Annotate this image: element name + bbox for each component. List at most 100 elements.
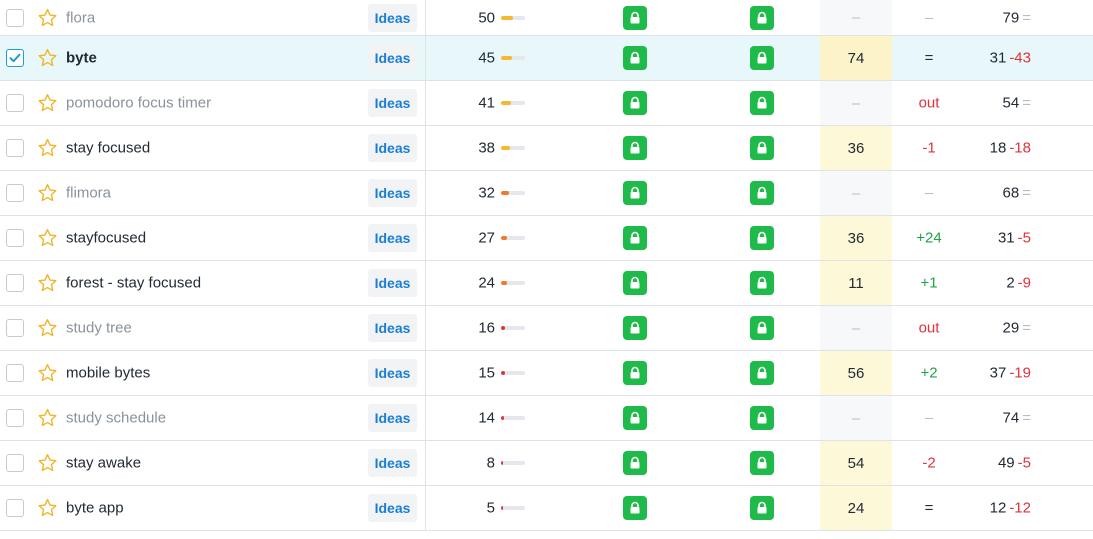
star-icon[interactable] [37, 363, 58, 384]
table-row[interactable]: stayfocused Ideas 27 36 +24 31 -5 [0, 216, 1093, 261]
lock-icon[interactable] [750, 451, 774, 475]
difficulty-bar [501, 101, 525, 105]
column-divider [425, 171, 426, 215]
previous-rank-value: 31 [989, 49, 1007, 67]
star-icon[interactable] [37, 318, 58, 339]
previous-rank-delta: -43 [1009, 49, 1031, 67]
table-row[interactable]: stay awake Ideas 8 54 -2 49 -5 [0, 441, 1093, 486]
previous-rank: 68 = [965, 185, 1031, 202]
row-checkbox[interactable] [6, 274, 24, 292]
ideas-button[interactable]: Ideas [368, 314, 417, 342]
lock-icon[interactable] [623, 226, 647, 250]
star-icon[interactable] [37, 453, 58, 474]
column-divider [425, 216, 426, 260]
lock-icon[interactable] [623, 46, 647, 70]
ideas-button[interactable]: Ideas [368, 494, 417, 522]
lock-icon[interactable] [623, 271, 647, 295]
previous-rank: 2 -9 [965, 275, 1031, 292]
row-checkbox[interactable] [6, 364, 24, 382]
previous-rank: 49 -5 [965, 455, 1031, 472]
lock-icon[interactable] [750, 361, 774, 385]
ideas-button[interactable]: Ideas [368, 3, 417, 32]
lock-icon[interactable] [623, 361, 647, 385]
difficulty-bar-fill [501, 101, 511, 105]
lock-icon[interactable] [750, 136, 774, 160]
row-checkbox[interactable] [6, 229, 24, 247]
table-row[interactable]: forest - stay focused Ideas 24 11 +1 2 -9 [0, 261, 1093, 306]
lock-icon[interactable] [750, 91, 774, 115]
difficulty-bar [501, 326, 525, 330]
lock-icon[interactable] [623, 136, 647, 160]
ideas-button[interactable]: Ideas [368, 224, 417, 252]
lock-icon[interactable] [750, 46, 774, 70]
star-icon[interactable] [37, 7, 58, 28]
previous-rank-value: 37 [989, 364, 1007, 382]
table-row[interactable]: pomodoro focus timer Ideas 41 – out 54 = [0, 81, 1093, 126]
previous-rank: 29 = [965, 320, 1031, 337]
row-checkbox[interactable] [6, 184, 24, 202]
column-divider [425, 351, 426, 395]
lock-icon[interactable] [750, 271, 774, 295]
table-row[interactable]: study tree Ideas 16 – out 29 = [0, 306, 1093, 351]
row-checkbox[interactable] [6, 454, 24, 472]
previous-rank-value: 18 [989, 139, 1007, 157]
keyword-text: pomodoro focus timer [66, 94, 212, 112]
previous-rank-delta: -12 [1009, 499, 1031, 517]
search-volume: 41 [478, 94, 495, 112]
star-icon[interactable] [37, 138, 58, 159]
ideas-button[interactable]: Ideas [368, 134, 417, 162]
lock-icon[interactable] [623, 316, 647, 340]
row-checkbox[interactable] [6, 319, 24, 337]
lock-icon[interactable] [623, 496, 647, 520]
previous-rank: 18 -18 [965, 140, 1031, 157]
lock-icon[interactable] [750, 406, 774, 430]
lock-icon[interactable] [623, 5, 647, 30]
table-row[interactable]: mobile bytes Ideas 15 56 +2 37 -19 [0, 351, 1093, 396]
difficulty-bar-fill [501, 56, 512, 60]
row-checkbox[interactable] [6, 409, 24, 427]
difficulty-bar-fill [501, 506, 503, 510]
previous-rank-value: 2 [1006, 274, 1015, 292]
ideas-button[interactable]: Ideas [368, 404, 417, 432]
lock-icon[interactable] [750, 496, 774, 520]
ideas-button[interactable]: Ideas [368, 359, 417, 387]
star-icon[interactable] [37, 93, 58, 114]
table-row[interactable]: study schedule Ideas 14 – – 74 = [0, 396, 1093, 441]
row-checkbox[interactable] [6, 8, 24, 27]
ideas-button[interactable]: Ideas [368, 44, 417, 72]
star-icon[interactable] [37, 498, 58, 519]
ideas-button[interactable]: Ideas [368, 449, 417, 477]
rank-change: out [918, 94, 940, 112]
lock-icon[interactable] [750, 5, 774, 30]
checkmark-icon [8, 51, 22, 65]
star-icon[interactable] [37, 273, 58, 294]
previous-rank: 54 = [965, 95, 1031, 112]
difficulty-bar [501, 506, 525, 510]
table-row[interactable]: stay focused Ideas 38 36 -1 18 -18 [0, 126, 1093, 171]
ideas-button[interactable]: Ideas [368, 269, 417, 297]
lock-icon[interactable] [750, 226, 774, 250]
table-row[interactable]: byte Ideas 45 74 = 31 -43 [0, 36, 1093, 81]
row-checkbox[interactable] [6, 49, 24, 67]
row-checkbox[interactable] [6, 499, 24, 517]
search-volume: 27 [478, 229, 495, 247]
difficulty-bar-fill [501, 146, 511, 150]
lock-icon[interactable] [623, 91, 647, 115]
lock-icon[interactable] [623, 406, 647, 430]
table-row[interactable]: flimora Ideas 32 – – 68 = [0, 171, 1093, 216]
ideas-button[interactable]: Ideas [368, 89, 417, 117]
star-icon[interactable] [37, 408, 58, 429]
star-icon[interactable] [37, 183, 58, 204]
lock-icon[interactable] [750, 181, 774, 205]
lock-icon[interactable] [623, 181, 647, 205]
lock-icon[interactable] [623, 451, 647, 475]
star-icon[interactable] [37, 228, 58, 249]
star-icon[interactable] [37, 48, 58, 69]
rank-change: +1 [920, 274, 938, 292]
row-checkbox[interactable] [6, 94, 24, 112]
lock-icon[interactable] [750, 316, 774, 340]
row-checkbox[interactable] [6, 139, 24, 157]
table-row[interactable]: flora Ideas 50 – – 79 = [0, 0, 1093, 36]
table-row[interactable]: byte app Ideas 5 24 = 12 -12 [0, 486, 1093, 531]
ideas-button[interactable]: Ideas [368, 179, 417, 207]
